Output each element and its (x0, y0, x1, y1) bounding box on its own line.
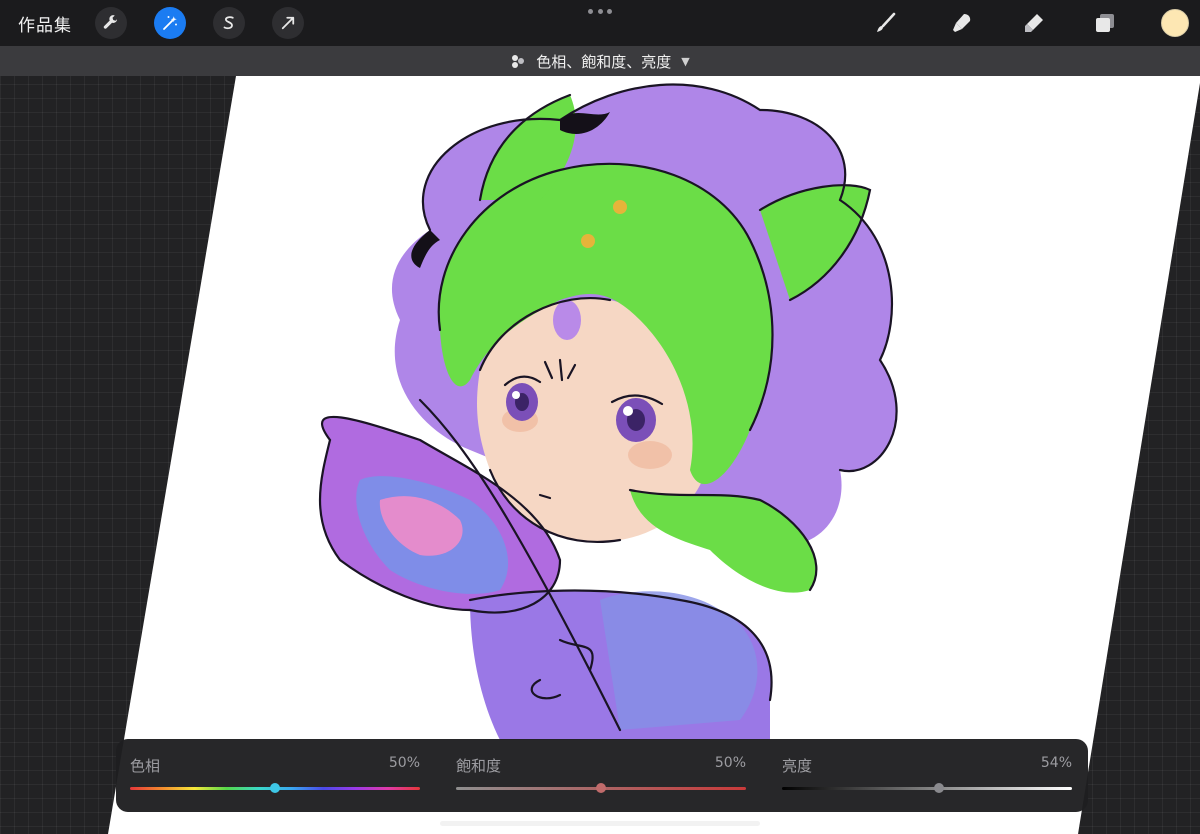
eraser-tool-button[interactable] (1017, 6, 1051, 40)
hue-label: 色相 (130, 757, 161, 775)
saturation-slider-knob[interactable] (596, 783, 606, 793)
brush-icon (877, 12, 896, 32)
brightness-value: 54% (1040, 755, 1072, 771)
saturation-value: 50% (714, 755, 746, 771)
brightness-slider-knob[interactable] (933, 783, 944, 793)
dot-icon (607, 8, 612, 14)
hue-slider-knob[interactable] (270, 783, 280, 793)
brightness-slider-group: 亮度 54% (782, 739, 1072, 812)
layers-icon (1096, 14, 1114, 32)
top-toolbar: 作品集 (0, 0, 1200, 46)
magic-wand-icon (163, 16, 177, 30)
adjustments-icon (512, 55, 525, 68)
drawing-canvas[interactable] (0, 0, 1200, 834)
adjustment-title-bar: 色相、飽和度、亮度 ▼ (0, 46, 1200, 76)
saturation-slider-group: 飽和度 50% (456, 739, 746, 812)
home-indicator[interactable] (440, 821, 760, 826)
adjustment-mode-selector[interactable]: 色相、飽和度、亮度 ▼ (0, 46, 1200, 76)
wrench-icon (103, 15, 117, 29)
adjustments-button[interactable] (154, 7, 186, 39)
hue-value: 50% (388, 755, 420, 771)
dot-icon (588, 8, 593, 14)
color-picker-swatch[interactable] (1161, 9, 1189, 37)
more-options-button[interactable] (588, 6, 612, 16)
brightness-slider-track[interactable] (782, 787, 1072, 790)
eraser-icon (1025, 14, 1043, 32)
transform-button[interactable] (272, 7, 304, 39)
adjustment-title: 色相、飽和度、亮度 (536, 52, 672, 71)
layers-button[interactable] (1088, 6, 1122, 40)
brightness-label: 亮度 (782, 757, 813, 775)
saturation-label: 飽和度 (456, 757, 502, 775)
actions-button[interactable] (95, 7, 127, 39)
hsb-slider-panel: 色相 50% 飽和度 50% 亮度 54% (116, 739, 1088, 812)
hue-slider-group: 色相 50% (130, 739, 420, 812)
smudge-tool-button[interactable] (945, 6, 979, 40)
selection-s-icon (223, 16, 234, 30)
dot-icon (597, 8, 603, 14)
selection-button[interactable] (213, 7, 245, 39)
smudge-icon (953, 14, 971, 32)
gallery-button[interactable]: 作品集 (18, 11, 72, 36)
brush-tool-button[interactable] (869, 6, 903, 40)
arrow-cursor-icon (281, 16, 295, 30)
chevron-down-icon: ▼ (681, 54, 690, 68)
